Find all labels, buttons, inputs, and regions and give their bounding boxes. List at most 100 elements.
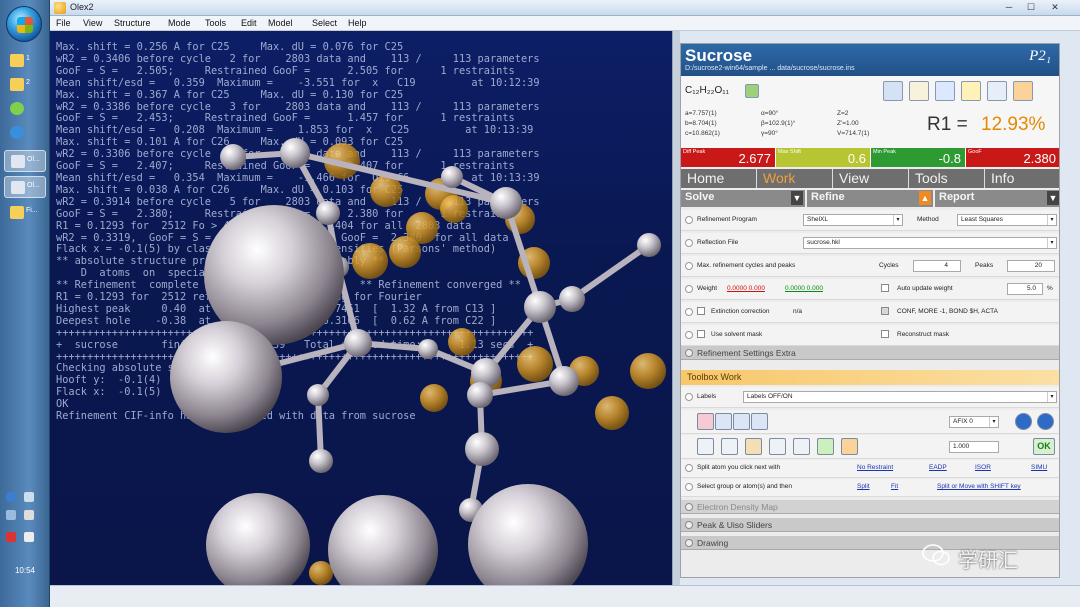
chevron-down-icon[interactable]: ▼: [791, 191, 803, 205]
tab-tools[interactable]: Tools: [909, 169, 985, 188]
chevron-up-icon[interactable]: ▲: [919, 191, 931, 205]
clean-icon[interactable]: [745, 438, 762, 455]
chevron-down-icon[interactable]: ▼: [1047, 191, 1059, 205]
taskbar-item[interactable]: 2: [4, 74, 46, 96]
atom[interactable]: [316, 201, 340, 225]
add-h-icon[interactable]: [721, 438, 738, 455]
split-link[interactable]: Split: [857, 483, 870, 490]
labels-select[interactable]: Labels OFF/ON ▾: [743, 391, 1057, 403]
split-isor-link[interactable]: ISOR: [975, 464, 991, 471]
menu-tools[interactable]: Tools: [205, 18, 226, 28]
tab-work[interactable]: Work: [757, 169, 833, 188]
menu-model[interactable]: Model: [268, 18, 293, 28]
atom[interactable]: [637, 233, 661, 257]
split-eadp-link[interactable]: EADP: [929, 464, 947, 471]
method-select[interactable]: Least Squares ▾: [957, 214, 1057, 226]
panel-splitter[interactable]: [672, 31, 680, 585]
atom[interactable]: [280, 138, 310, 168]
sphere-icon[interactable]: [1037, 413, 1054, 430]
taskbar-item-olex2[interactable]: Ol...: [4, 150, 46, 172]
q-peak[interactable]: [595, 396, 629, 430]
subtab-solve[interactable]: Solve ▼: [681, 190, 805, 207]
fit-link[interactable]: Fit: [891, 483, 898, 490]
help-icon[interactable]: [685, 464, 693, 472]
hydrogen-tool-icon[interactable]: [697, 438, 714, 455]
space-group-icon[interactable]: [883, 81, 903, 101]
document-icon[interactable]: [987, 81, 1007, 101]
close-button[interactable]: ✕: [1046, 1, 1064, 14]
flag-tool-icon[interactable]: [817, 438, 834, 455]
pencil-icon[interactable]: [909, 81, 929, 101]
more-button[interactable]: [751, 413, 768, 430]
help-icon[interactable]: [685, 216, 693, 224]
tab-view[interactable]: View: [833, 169, 909, 188]
usb-icon[interactable]: [6, 510, 16, 520]
atom[interactable]: [441, 166, 463, 188]
reflection-select[interactable]: sucrose.hkl ▾: [803, 237, 1057, 249]
reconstruct-checkbox[interactable]: [881, 330, 889, 338]
structure-path[interactable]: D:/sucrose2-win64/sample ... data/sucros…: [685, 65, 855, 72]
help-icon[interactable]: [685, 483, 693, 491]
taskbar-item[interactable]: Fi...: [4, 202, 46, 224]
volume-icon[interactable]: [24, 532, 34, 542]
grid-tool-icon[interactable]: [841, 438, 858, 455]
split-move-hint-link[interactable]: Split or Move with SHIFT key: [937, 483, 1021, 490]
auto-update-checkbox[interactable]: [881, 284, 889, 292]
flag-icon[interactable]: [24, 510, 34, 520]
help-icon[interactable]: [685, 285, 693, 293]
atom[interactable]: [465, 432, 499, 466]
help-icon[interactable]: [685, 393, 693, 401]
atom[interactable]: [344, 329, 372, 357]
section-peak-uiso-sliders[interactable]: Peak & Uiso Sliders: [681, 518, 1059, 532]
menu-select[interactable]: Select: [312, 18, 337, 28]
sphere-icon[interactable]: [1015, 413, 1032, 430]
help-icon[interactable]: [685, 239, 693, 247]
weight-suggested-link[interactable]: 0.0000 0.000: [785, 285, 823, 292]
extinction-checkbox[interactable]: [697, 307, 705, 315]
menu-mode[interactable]: Mode: [168, 18, 191, 28]
q-peak[interactable]: [630, 353, 666, 389]
afix-select[interactable]: AFIX 0 ▾: [949, 416, 999, 428]
tab-info[interactable]: Info: [985, 169, 1059, 188]
q-peak[interactable]: [352, 243, 388, 279]
cycles-input[interactable]: 4: [913, 260, 961, 272]
structure-viewport[interactable]: Max. shift = 0.256 A for C25 Max. dU = 0…: [50, 31, 672, 585]
minimize-button[interactable]: ─: [1000, 1, 1018, 14]
bond[interactable]: [569, 242, 652, 302]
help-icon[interactable]: [6, 492, 16, 502]
clock[interactable]: 10:54: [4, 566, 46, 575]
q-peak[interactable]: [309, 561, 333, 585]
ok-button[interactable]: OK: [1033, 438, 1055, 455]
taskbar-item[interactable]: [4, 122, 46, 144]
atom[interactable]: [170, 321, 282, 433]
atom[interactable]: [418, 339, 438, 359]
atom[interactable]: [206, 493, 310, 585]
auto-update-input[interactable]: 5.0: [1007, 283, 1043, 295]
conf-checkbox[interactable]: [881, 307, 889, 315]
tab-home[interactable]: Home: [681, 169, 757, 188]
plot-icon[interactable]: [935, 81, 955, 101]
atom[interactable]: [309, 449, 333, 473]
q-peak[interactable]: [517, 346, 553, 382]
q-peak[interactable]: [420, 384, 448, 412]
atom[interactable]: [468, 484, 588, 585]
subtab-refine[interactable]: Refine ▲: [807, 190, 933, 207]
taskbar-item-olex2[interactable]: Ol...: [4, 176, 46, 198]
menu-edit[interactable]: Edit: [241, 18, 257, 28]
taskbar-item[interactable]: 1: [4, 50, 46, 72]
atom[interactable]: [307, 384, 329, 406]
section-refinement-settings-extra[interactable]: Refinement Settings Extra: [681, 346, 1059, 360]
horizontal-scrollbar[interactable]: [50, 585, 1080, 607]
split-no-restraint-link[interactable]: No Restraint: [857, 464, 893, 471]
q-peak[interactable]: [448, 328, 476, 356]
subtab-report[interactable]: Report ▼: [935, 190, 1059, 207]
menu-structure[interactable]: Structure: [114, 18, 151, 28]
grid-icon[interactable]: [1013, 81, 1033, 101]
menu-file[interactable]: File: [56, 18, 71, 28]
atom[interactable]: [490, 187, 522, 219]
solvent-mask-checkbox[interactable]: [697, 330, 705, 338]
mail-icon[interactable]: [961, 81, 981, 101]
help-icon[interactable]: [685, 308, 693, 316]
security-icon[interactable]: [6, 532, 16, 542]
taskbar-item[interactable]: [4, 98, 46, 120]
